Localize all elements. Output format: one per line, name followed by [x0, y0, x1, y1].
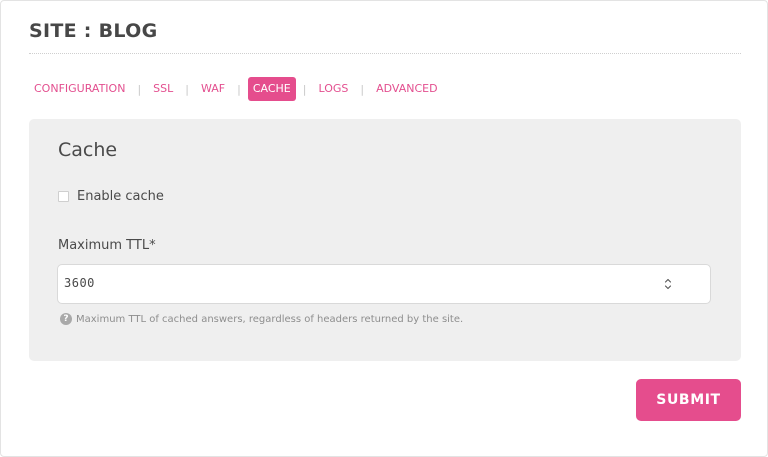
site-settings-card: SITE : BLOG CONFIGURATION | SSL | WAF | … [0, 0, 768, 457]
tab-cache[interactable]: CACHE [247, 77, 296, 101]
tab-separator: | [185, 82, 189, 96]
max-ttl-help: ? Maximum TTL of cached answers, regardl… [60, 313, 463, 325]
tab-waf[interactable]: WAF [196, 77, 230, 101]
max-ttl-input[interactable]: 3600 [57, 264, 711, 304]
tab-configuration[interactable]: CONFIGURATION [29, 77, 130, 101]
tab-separator: | [360, 82, 365, 96]
chevron-up-down-icon[interactable] [664, 275, 672, 293]
panel-title: Cache [58, 139, 118, 161]
cache-settings-panel: Cache Enable cache Maximum TTL* 3600 ? M… [29, 119, 741, 361]
title-divider [29, 53, 741, 54]
enable-cache-label: Enable cache [77, 189, 164, 204]
tab-advanced[interactable]: ADVANCED [371, 77, 442, 101]
tab-ssl[interactable]: SSL [148, 77, 178, 101]
enable-cache-checkbox[interactable] [58, 191, 69, 202]
tab-separator: | [302, 82, 307, 96]
tab-logs[interactable]: LOGS [313, 77, 353, 101]
settings-tabs: CONFIGURATION | SSL | WAF | CACHE | LOGS… [29, 77, 443, 101]
submit-button[interactable]: SUBMIT [636, 379, 741, 421]
tab-separator: | [137, 82, 142, 96]
page-title: SITE : BLOG [29, 20, 158, 42]
max-ttl-value: 3600 [64, 276, 95, 290]
max-ttl-label: Maximum TTL* [58, 238, 156, 253]
max-ttl-help-text: Maximum TTL of cached answers, regardles… [76, 313, 464, 325]
tab-separator: | [237, 82, 241, 96]
question-circle-icon: ? [60, 313, 72, 325]
enable-cache-option[interactable]: Enable cache [58, 189, 164, 204]
